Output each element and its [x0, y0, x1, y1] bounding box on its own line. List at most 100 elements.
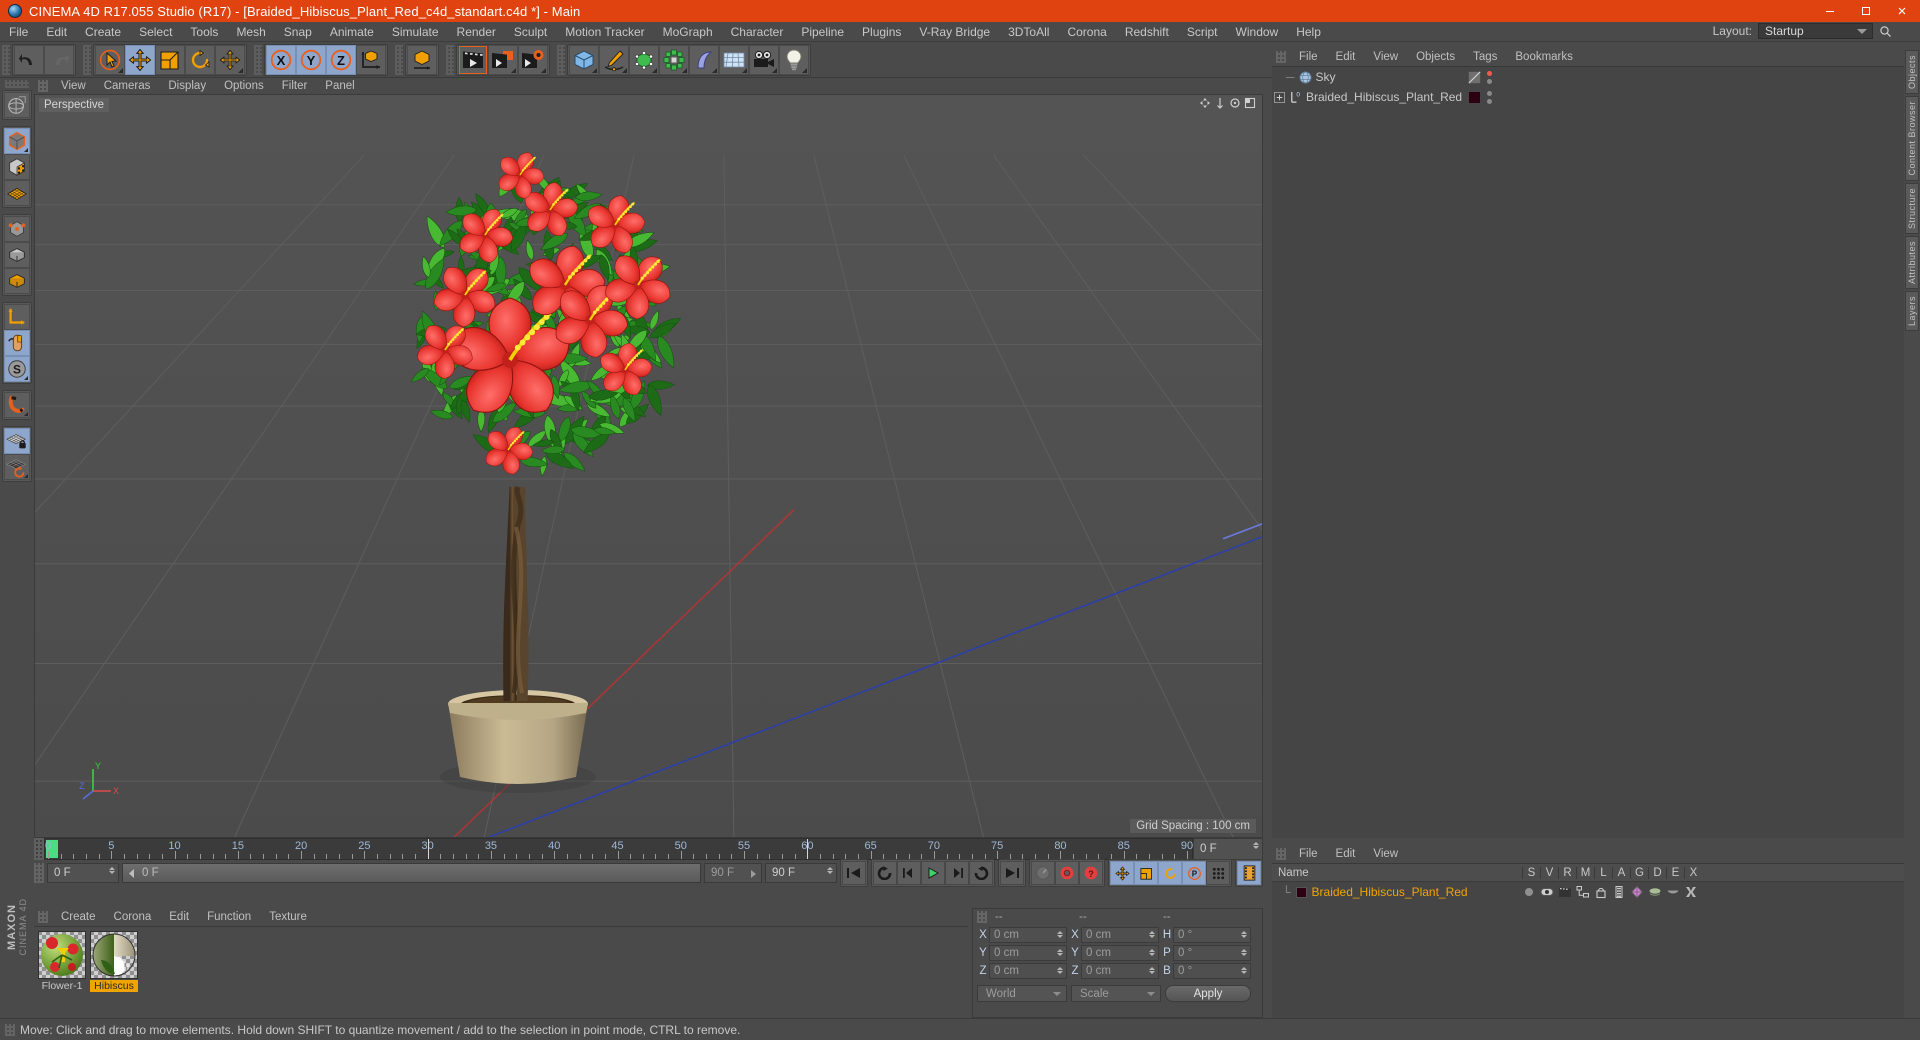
menu-item-sculpt[interactable]: Sculpt	[505, 22, 556, 42]
object-menu-grip[interactable]	[1276, 51, 1286, 63]
render-view-button[interactable]	[458, 44, 488, 75]
keyframe-selection-button[interactable]: ?	[1079, 861, 1103, 885]
layer-color-swatch[interactable]	[1295, 886, 1307, 898]
coordinate-input-rotation-0[interactable]: 0 °	[1173, 927, 1251, 943]
object-dots-sky[interactable]	[1487, 70, 1492, 84]
viewport-menu-grip[interactable]	[38, 80, 48, 92]
coordinate-system-button[interactable]	[407, 44, 437, 75]
play-button[interactable]	[921, 861, 945, 885]
go-to-next-key-button[interactable]	[969, 861, 993, 885]
film-strip-button[interactable]	[1237, 861, 1261, 885]
menu-item-window[interactable]: Window	[1227, 22, 1288, 42]
move-duplicate-tool-button[interactable]	[215, 44, 245, 75]
render-to-picture-viewer-button[interactable]	[488, 44, 518, 75]
x-axis-lock-button[interactable]: X	[266, 44, 296, 75]
soft-selection-button[interactable]: S	[4, 356, 30, 382]
point-level-animation-toggle[interactable]	[1206, 861, 1230, 885]
layout-dropdown[interactable]: Startup	[1758, 23, 1873, 39]
workplane-mode-button[interactable]	[4, 180, 30, 206]
step-back-button[interactable]	[897, 861, 921, 885]
coordinate-spinner[interactable]	[1057, 949, 1063, 956]
dock-tab-structure[interactable]: Structure	[1905, 182, 1919, 234]
position-keyframe-toggle[interactable]	[1110, 861, 1134, 885]
material-menu-edit[interactable]: Edit	[160, 908, 198, 926]
record-active-objects-button[interactable]	[1055, 861, 1079, 885]
material-menu-texture[interactable]: Texture	[260, 908, 316, 926]
add-cube-object-button[interactable]	[569, 44, 599, 75]
timeline-scrubber[interactable]: 0 F	[122, 863, 701, 883]
scale-tool-button[interactable]	[155, 44, 185, 75]
material-item-0[interactable]: Flower-1	[38, 931, 86, 992]
menu-item-mograph[interactable]: MoGraph	[654, 22, 722, 42]
add-light-button[interactable]	[779, 44, 809, 75]
coordinate-spinner[interactable]	[1149, 931, 1155, 938]
move-tool-button[interactable]	[125, 44, 155, 75]
menu-item-redshift[interactable]: Redshift	[1116, 22, 1178, 42]
transport-grip[interactable]	[34, 863, 44, 883]
left-palette-grip[interactable]	[5, 80, 29, 88]
object-tree[interactable]: ─ Sky 0 Braided_Hibiscus_Plant_Red	[1272, 66, 1920, 838]
material-tag-icon[interactable]	[1468, 90, 1481, 104]
scale-keyframe-toggle[interactable]	[1134, 861, 1158, 885]
menu-item-pipeline[interactable]: Pipeline	[792, 22, 853, 42]
maximize-view-icon[interactable]	[1244, 97, 1256, 109]
object-menu-bookmarks[interactable]: Bookmarks	[1506, 48, 1582, 66]
add-generator-button[interactable]	[629, 44, 659, 75]
menu-item-character[interactable]: Character	[722, 22, 793, 42]
dock-tab-content-browser[interactable]: Content Browser	[1905, 96, 1919, 181]
attribute-menu-grip[interactable]	[1276, 848, 1286, 860]
coordinate-spinner[interactable]	[1149, 949, 1155, 956]
status-grip[interactable]	[5, 1023, 15, 1036]
viewport-menu-options[interactable]: Options	[215, 78, 273, 94]
object-dots-plant[interactable]	[1487, 90, 1492, 104]
magnet-tool-button[interactable]	[4, 392, 30, 418]
object-menu-view[interactable]: View	[1364, 48, 1407, 66]
cap-icon[interactable]	[1666, 885, 1680, 899]
hibiscus-plant-model[interactable]	[390, 115, 720, 805]
enable-axis-modification-button[interactable]	[4, 304, 30, 330]
menu-item-mesh[interactable]: Mesh	[227, 22, 274, 42]
coordinate-spinner[interactable]	[1149, 967, 1155, 974]
rotate-view-icon[interactable]	[1229, 97, 1241, 109]
menu-item-create[interactable]: Create	[76, 22, 130, 42]
search-icon[interactable]	[1879, 25, 1892, 38]
attribute-row[interactable]: └ Braided_Hibiscus_Plant_Red	[1272, 882, 1920, 902]
current-frame-field[interactable]: 0 F	[47, 863, 119, 883]
live-selection-tool-button[interactable]	[95, 44, 125, 75]
menu-item-select[interactable]: Select	[130, 22, 181, 42]
material-swatch-1[interactable]	[90, 931, 138, 979]
timeline-frame-field[interactable]: 0 F	[1193, 838, 1263, 860]
menu-item-help[interactable]: Help	[1287, 22, 1330, 42]
shade-icon[interactable]	[1648, 885, 1662, 899]
apply-button[interactable]: Apply	[1165, 985, 1251, 1002]
visibility-eye-icon[interactable]	[1540, 885, 1554, 899]
menu-item-script[interactable]: Script	[1178, 22, 1227, 42]
timeline-grip[interactable]	[34, 838, 44, 860]
menu-item-corona[interactable]: Corona	[1058, 22, 1115, 42]
material-menu-corona[interactable]: Corona	[105, 908, 161, 926]
attribute-list[interactable]: Name S V R M L A G D E X └ Braided_Hibiscus_Plant_…	[1272, 863, 1920, 1018]
coordinate-spinner[interactable]	[1241, 931, 1247, 938]
dot-icon[interactable]	[1522, 885, 1536, 899]
menu-item-snap[interactable]: Snap	[275, 22, 321, 42]
timeline-ruler[interactable]: 051015202530354045505560657075808590	[44, 838, 1193, 860]
viewport-menu-view[interactable]: View	[52, 78, 95, 94]
menu-item-tools[interactable]: Tools	[181, 22, 227, 42]
texture-mode-button[interactable]	[4, 154, 30, 180]
model-mode-button[interactable]	[4, 128, 30, 154]
lock-workplane-button[interactable]	[4, 428, 30, 454]
object-menu-file[interactable]: File	[1290, 48, 1327, 66]
material-swatch-0[interactable]	[38, 931, 86, 979]
material-menu-grip[interactable]	[38, 911, 48, 923]
go-to-previous-key-button[interactable]	[873, 861, 897, 885]
coordinate-spinner[interactable]	[1241, 949, 1247, 956]
add-environment-button[interactable]	[719, 44, 749, 75]
planar-workplane-button[interactable]	[4, 454, 30, 480]
coordinate-spinner[interactable]	[1057, 931, 1063, 938]
minimize-button[interactable]	[1812, 0, 1848, 22]
go-to-end-button[interactable]	[1000, 861, 1024, 885]
coordinate-input-position-2[interactable]: 0 cm	[989, 963, 1067, 979]
add-camera-button[interactable]	[749, 44, 779, 75]
timeline-frame-spinner[interactable]	[1253, 842, 1259, 849]
toolbar-grip[interactable]	[2, 44, 10, 75]
